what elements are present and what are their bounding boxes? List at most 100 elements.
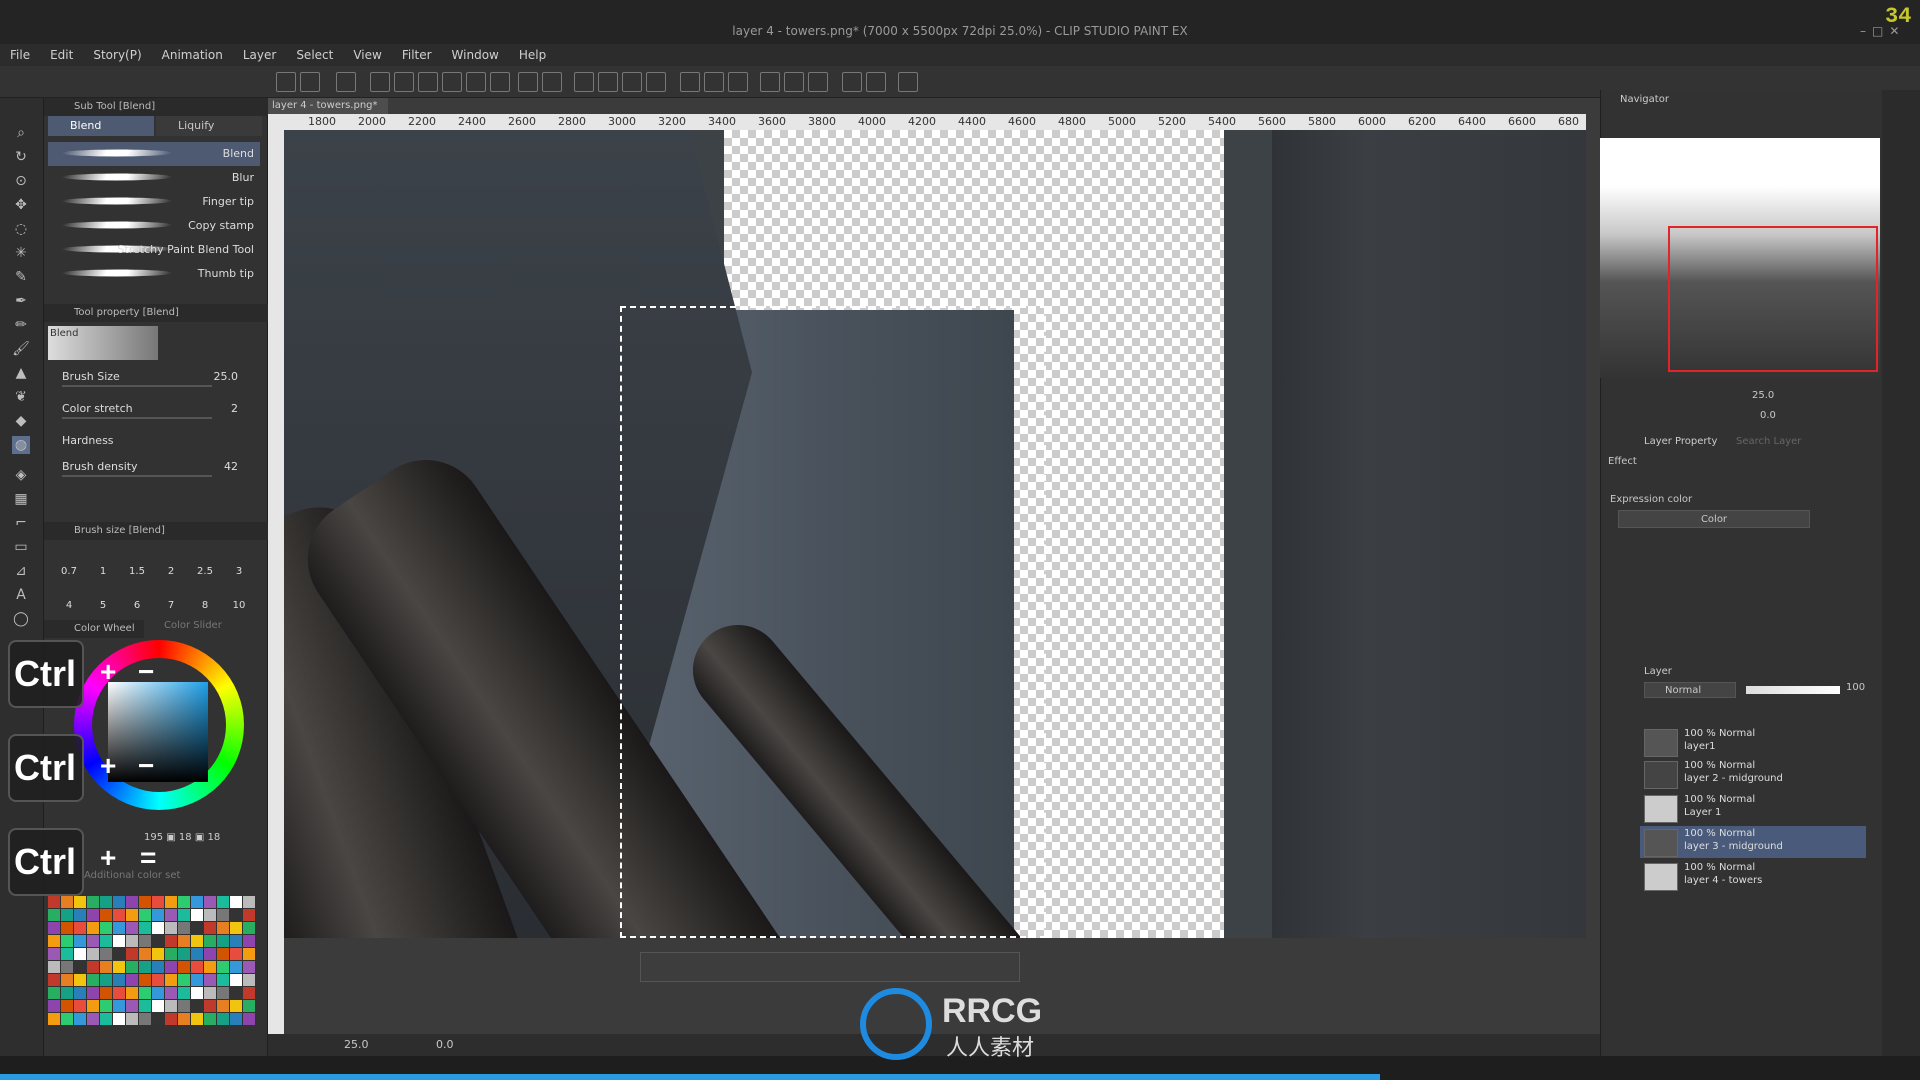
color-swatch[interactable] — [113, 896, 125, 908]
operation-icon[interactable]: ⊙ — [12, 172, 30, 190]
color-swatch[interactable] — [152, 974, 164, 986]
pen-icon[interactable]: ✒ — [12, 292, 30, 310]
text-icon[interactable]: A — [12, 586, 30, 604]
color-square[interactable] — [108, 682, 208, 782]
color-swatch[interactable] — [165, 909, 177, 921]
color-swatch[interactable] — [87, 909, 99, 921]
color-swatch[interactable] — [48, 922, 60, 934]
color-swatch[interactable] — [48, 935, 60, 947]
color-swatch[interactable] — [126, 961, 138, 973]
color-swatch[interactable] — [74, 961, 86, 973]
save-icon[interactable] — [418, 72, 438, 92]
color-swatch[interactable] — [139, 961, 151, 973]
color-swatch[interactable] — [139, 1013, 151, 1025]
color-swatch[interactable] — [152, 909, 164, 921]
color-swatch[interactable] — [126, 974, 138, 986]
color-swatch[interactable] — [152, 1013, 164, 1025]
brush-thumb-tip[interactable]: Thumb tip — [48, 262, 260, 286]
redo-icon[interactable] — [542, 72, 562, 92]
color-swatch[interactable] — [230, 909, 242, 921]
size-preset[interactable]: 7 — [154, 600, 188, 611]
color-swatch[interactable] — [100, 935, 112, 947]
layer-item[interactable]: 100 % Normal layer 2 - midground — [1640, 758, 1866, 790]
color-swatch[interactable] — [191, 896, 203, 908]
color-swatch[interactable] — [100, 909, 112, 921]
menu-help[interactable]: Help — [509, 48, 556, 62]
color-swatch[interactable] — [61, 1013, 73, 1025]
color-swatch[interactable] — [48, 974, 60, 986]
color-swatch[interactable] — [165, 922, 177, 934]
frame-icon[interactable]: ▭ — [12, 538, 30, 556]
export-png-icon[interactable] — [466, 72, 486, 92]
color-swatch[interactable] — [204, 909, 216, 921]
color-swatch[interactable] — [74, 987, 86, 999]
eyedropper-icon[interactable]: ✎ — [12, 268, 30, 286]
color-swatch[interactable] — [191, 922, 203, 934]
color-swatch[interactable] — [113, 1013, 125, 1025]
snap-special-ruler-icon[interactable] — [784, 72, 804, 92]
color-swatch[interactable] — [87, 922, 99, 934]
color-swatch[interactable] — [243, 909, 255, 921]
navigator-view-frame[interactable] — [1668, 226, 1878, 372]
color-swatch[interactable] — [230, 974, 242, 986]
color-swatch[interactable] — [87, 948, 99, 960]
color-swatch[interactable] — [74, 922, 86, 934]
color-swatch[interactable] — [230, 1000, 242, 1012]
search-layer-tab[interactable]: Search Layer — [1736, 436, 1801, 447]
color-swatch[interactable] — [191, 987, 203, 999]
color-swatch[interactable] — [113, 909, 125, 921]
color-swatch[interactable] — [230, 922, 242, 934]
color-swatch[interactable] — [243, 1000, 255, 1012]
color-set-palette[interactable] — [48, 896, 256, 1030]
color-swatch[interactable] — [230, 896, 242, 908]
color-swatch[interactable] — [100, 1000, 112, 1012]
color-swatch[interactable] — [100, 896, 112, 908]
color-swatch[interactable] — [100, 987, 112, 999]
transform-icon[interactable] — [646, 72, 666, 92]
menu-layer[interactable]: Layer — [233, 48, 286, 62]
color-swatch[interactable] — [204, 935, 216, 947]
tab-liquify[interactable]: Liquify — [156, 116, 262, 136]
tab-blend[interactable]: Blend — [48, 116, 154, 136]
brush-tool-icon[interactable]: 🖌 — [12, 340, 30, 358]
color-swatch[interactable] — [217, 1013, 229, 1025]
color-swatch[interactable] — [191, 1013, 203, 1025]
color-swatch[interactable] — [74, 974, 86, 986]
size-preset[interactable]: 2.5 — [188, 566, 222, 577]
size-preset[interactable]: 8 — [188, 600, 222, 611]
fill-icon[interactable] — [622, 72, 642, 92]
color-swatch[interactable] — [113, 948, 125, 960]
color-swatch[interactable] — [217, 974, 229, 986]
color-swatch[interactable] — [178, 948, 190, 960]
color-swatch[interactable] — [152, 1000, 164, 1012]
export-jpg-icon[interactable] — [490, 72, 510, 92]
color-swatch[interactable] — [113, 922, 125, 934]
color-swatch[interactable] — [139, 948, 151, 960]
selection-launcher[interactable] — [640, 952, 1020, 982]
invert-selection-icon[interactable] — [704, 72, 724, 92]
opacity-slider[interactable] — [1746, 686, 1840, 694]
color-swatch[interactable] — [61, 948, 73, 960]
color-swatch[interactable] — [126, 922, 138, 934]
color-swatch[interactable] — [139, 1000, 151, 1012]
color-swatch[interactable] — [191, 909, 203, 921]
color-swatch[interactable] — [178, 1013, 190, 1025]
color-swatch[interactable] — [100, 922, 112, 934]
menu-window[interactable]: Window — [442, 48, 509, 62]
eraser-icon[interactable]: ◆ — [12, 412, 30, 430]
layer-item[interactable]: 100 % Normal Layer 1 — [1640, 792, 1866, 824]
color-swatch[interactable] — [165, 935, 177, 947]
move-icon[interactable]: ✥ — [12, 196, 30, 214]
fill-tool-icon[interactable]: ◈ — [12, 466, 30, 484]
size-preset[interactable]: 3 — [222, 566, 256, 577]
color-swatch[interactable] — [100, 948, 112, 960]
size-preset[interactable]: 1.5 — [120, 566, 154, 577]
opacity-value[interactable]: 100 — [1846, 682, 1865, 693]
size-preset[interactable]: 0.7 — [52, 566, 86, 577]
menu-select[interactable]: Select — [286, 48, 343, 62]
grid-icon[interactable] — [866, 72, 886, 92]
figure-icon[interactable]: ⌐ — [12, 514, 30, 532]
color-swatch[interactable] — [100, 1013, 112, 1025]
color-stretch-control[interactable]: Color stretch 2 — [62, 402, 262, 424]
color-swatch[interactable] — [87, 974, 99, 986]
